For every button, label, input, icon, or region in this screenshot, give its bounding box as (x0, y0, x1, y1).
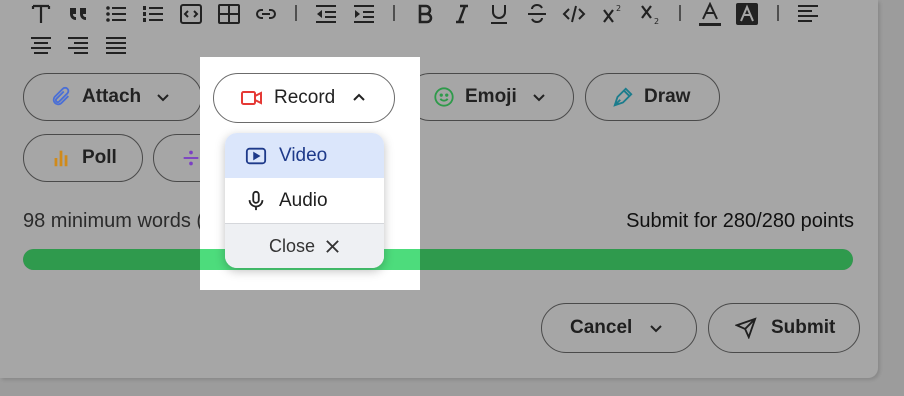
chevron-up-icon (353, 93, 365, 101)
align-right-icon[interactable] (65, 33, 91, 59)
cancel-label: Cancel (570, 317, 633, 338)
menu-close-label: Close (268, 235, 316, 256)
submit-label: Submit (771, 317, 836, 338)
underline-icon[interactable] (486, 1, 512, 27)
bold-icon[interactable] (412, 1, 438, 27)
subscript-icon[interactable]: 2 (638, 1, 664, 27)
table-icon[interactable] (216, 1, 242, 27)
indent-icon[interactable] (351, 1, 377, 27)
toolbar-separator (777, 5, 779, 21)
minimum-words-text: 98 minimum words ( (23, 210, 204, 232)
bar-chart-icon (50, 147, 72, 169)
attach-label: Attach (82, 86, 142, 107)
cancel-button[interactable]: Cancel (541, 303, 697, 353)
record-label: Record (274, 87, 336, 108)
paperclip-icon (50, 86, 72, 108)
svg-text:2: 2 (654, 17, 659, 26)
link-icon[interactable] (253, 1, 279, 27)
word-progress-bar (23, 249, 853, 270)
italic-icon[interactable] (449, 1, 475, 27)
superscript-icon[interactable]: 2 (600, 1, 626, 27)
chevron-down-icon (650, 325, 663, 333)
close-icon (326, 239, 339, 253)
code-block-icon[interactable] (178, 1, 204, 27)
progress-fill (23, 249, 853, 270)
toolbar-separator (393, 5, 395, 21)
play-video-icon (245, 147, 267, 164)
justify-icon[interactable] (103, 33, 129, 59)
chevron-down-icon (157, 94, 169, 102)
attach-button[interactable]: Attach (23, 73, 202, 121)
record-button[interactable]: Record (213, 73, 395, 123)
text-style-icon[interactable] (28, 1, 54, 27)
emoji-button[interactable]: Emoji (406, 73, 574, 121)
numbered-list-icon[interactable] (140, 1, 166, 27)
record-menu: Video Audio Close (225, 133, 384, 268)
align-left-icon[interactable] (795, 1, 821, 27)
menu-item-video-label: Video (279, 144, 328, 166)
menu-close-button[interactable]: Close (225, 223, 384, 268)
draw-label: Draw (644, 86, 691, 107)
emoji-label: Emoji (465, 86, 517, 107)
video-camera-icon (240, 86, 264, 110)
align-center-icon[interactable] (28, 33, 54, 59)
pen-icon (612, 86, 634, 108)
text-color-icon[interactable] (697, 1, 723, 27)
toolbar-separator (295, 5, 297, 21)
draw-button[interactable]: Draw (585, 73, 720, 121)
blockquote-icon[interactable] (65, 1, 91, 27)
microphone-icon (248, 190, 264, 210)
inline-code-icon[interactable] (561, 1, 587, 27)
smiley-icon (433, 86, 455, 108)
menu-item-audio[interactable]: Audio (225, 178, 384, 223)
chevron-down-icon (533, 94, 545, 102)
bullet-list-icon[interactable] (103, 1, 129, 27)
menu-item-audio-label: Audio (279, 189, 328, 211)
points-text: Submit for 280/280 points (626, 210, 854, 232)
strikethrough-icon[interactable] (524, 1, 550, 27)
menu-item-video[interactable]: Video (225, 133, 384, 178)
poll-label: Poll (82, 147, 117, 168)
send-icon (735, 317, 757, 339)
submit-button[interactable]: Submit (708, 303, 860, 353)
poll-button[interactable]: Poll (23, 134, 143, 182)
toolbar-separator (679, 5, 681, 21)
divide-icon (180, 147, 202, 169)
outdent-icon[interactable] (313, 1, 339, 27)
highlight-icon[interactable] (734, 1, 760, 27)
svg-text:2: 2 (616, 4, 621, 13)
